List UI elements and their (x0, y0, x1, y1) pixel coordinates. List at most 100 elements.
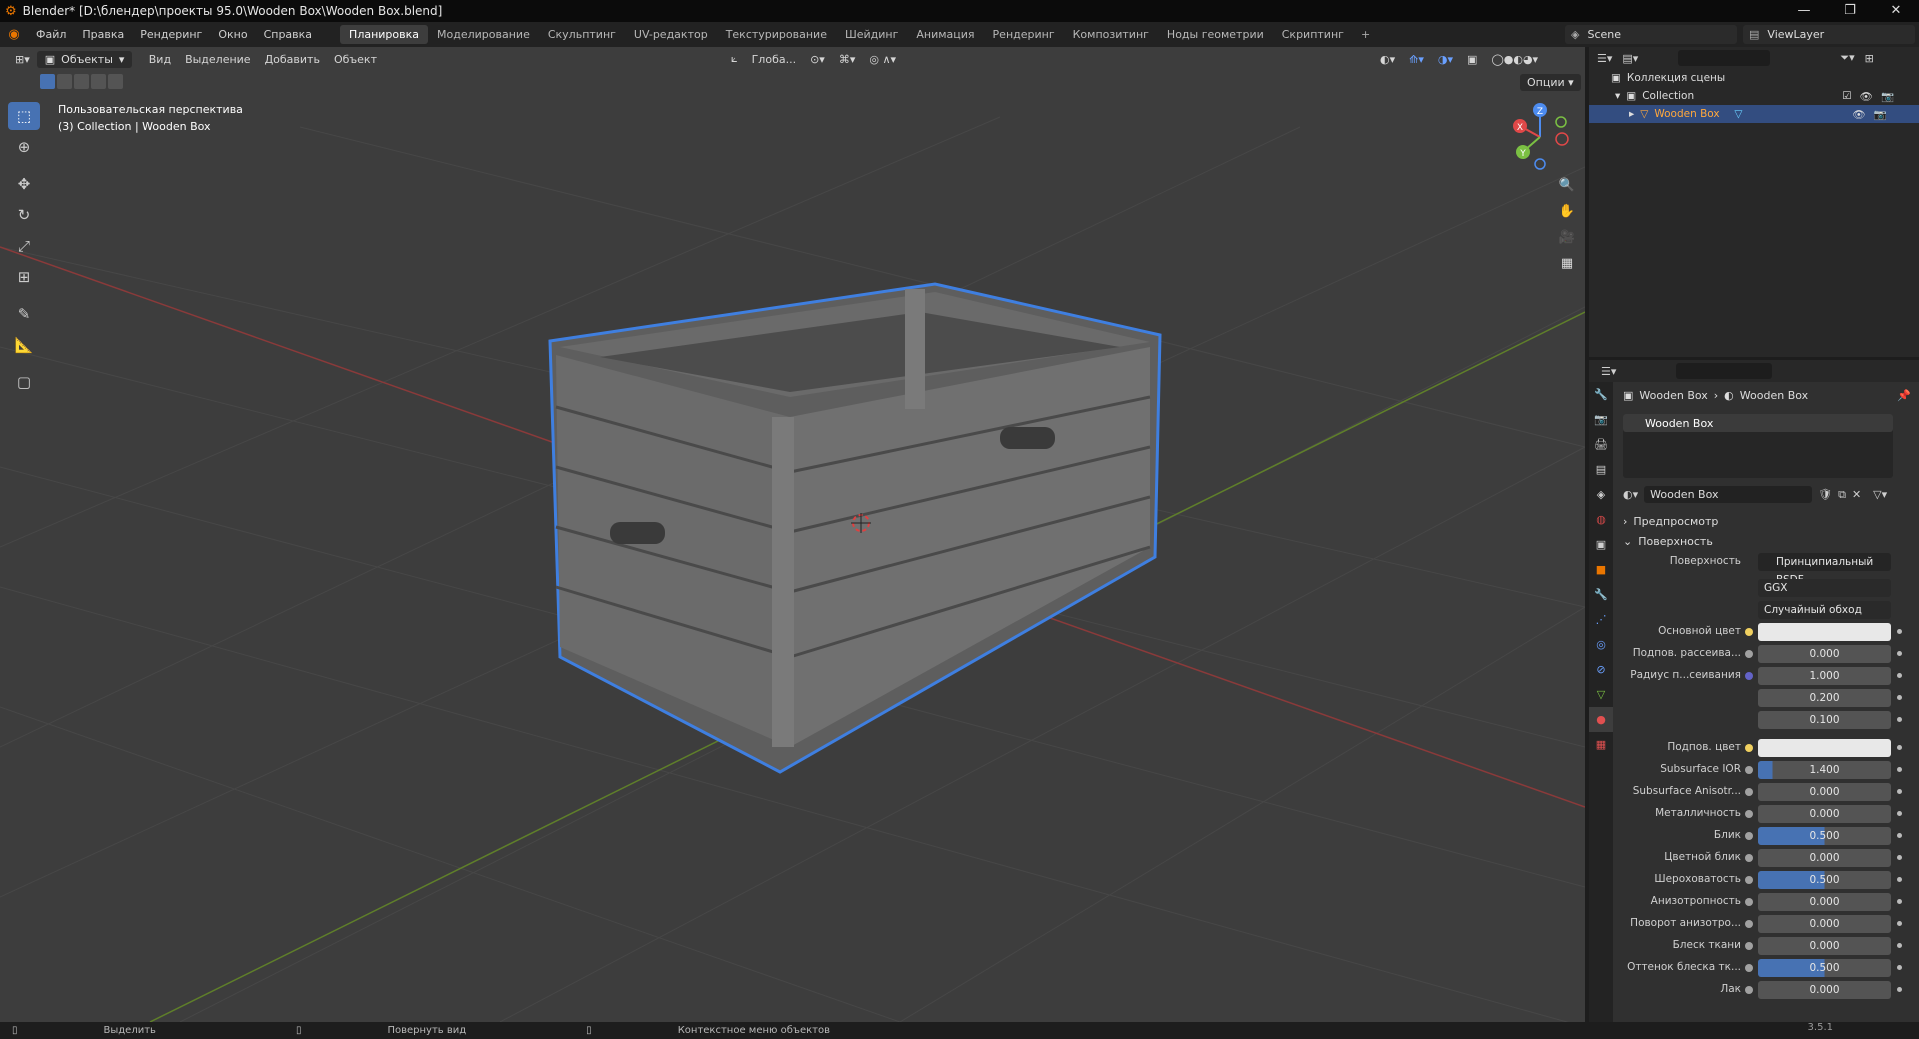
tab-sculpting[interactable]: Скульптинг (539, 25, 625, 44)
scene-collection-row[interactable]: ▣ Коллекция сцены (1589, 69, 1919, 87)
scale-tool-icon[interactable]: ⤢ (8, 232, 40, 260)
3d-viewport[interactable]: ⊞▾ ▣ Объекты ▾ Вид Выделение Добавить Об… (0, 47, 1585, 1022)
options-dropdown[interactable]: Опции ▾ (1520, 74, 1581, 91)
socket-icon[interactable] (1745, 650, 1753, 658)
value-slider[interactable]: 0.000 (1758, 645, 1891, 663)
close-button[interactable]: ✕ (1873, 0, 1919, 22)
transform-tool-icon[interactable]: ⊞ (8, 263, 40, 291)
expand-arrow-icon[interactable]: ▾ (1615, 90, 1620, 102)
value-slider[interactable]: 1.400 (1758, 761, 1891, 779)
keyframe-icon[interactable] (1897, 673, 1902, 678)
properties-search-input[interactable] (1676, 363, 1773, 379)
transform-orientation-dropdown[interactable]: Глоба... (745, 51, 803, 68)
gizmo-toggle-icon[interactable]: ⟰▾ (1402, 51, 1431, 68)
socket-icon[interactable] (1745, 876, 1753, 884)
shading-modes-icon[interactable]: ◯●◐◕▾ (1484, 51, 1545, 68)
value-slider[interactable]: 0.000 (1758, 981, 1891, 999)
keyframe-icon[interactable] (1897, 855, 1902, 860)
preview-panel-header[interactable]: › Предпросмотр (1615, 511, 1919, 531)
value-slider[interactable]: 0.100 (1758, 711, 1891, 729)
xray-icon[interactable]: ▣ (1460, 51, 1484, 68)
menu-add[interactable]: Добавить (258, 51, 327, 68)
value-slider[interactable]: 0.500 (1758, 827, 1891, 845)
keyframe-icon[interactable] (1897, 877, 1902, 882)
material-tab-icon[interactable]: ● (1589, 707, 1613, 732)
socket-icon[interactable] (1745, 964, 1753, 972)
material-browse-icon[interactable]: ◐▾ (1623, 488, 1638, 501)
wooden-box-object[interactable] (548, 282, 1162, 774)
socket-icon[interactable] (1745, 628, 1753, 636)
output-tab-icon[interactable]: 🖨 (1589, 432, 1613, 457)
keyframe-icon[interactable] (1897, 629, 1902, 634)
rotate-tool-icon[interactable]: ↻ (8, 201, 40, 229)
value-slider[interactable]: 0.000 (1758, 893, 1891, 911)
distribution-dropdown[interactable]: GGX (1758, 579, 1891, 597)
pin-icon[interactable]: 📌 (1897, 389, 1911, 402)
tab-shading[interactable]: Шейдинг (836, 25, 907, 44)
add-workspace-button[interactable]: + (1353, 28, 1378, 41)
surface-shader-field[interactable]: Принципиальный BSDF (1758, 553, 1891, 586)
tab-modeling[interactable]: Моделирование (428, 25, 539, 44)
color-swatch[interactable] (1758, 623, 1891, 641)
fake-user-icon[interactable]: 🛡 (1818, 488, 1832, 501)
pivot-point-icon[interactable]: ⊙▾ (803, 51, 832, 68)
tab-animation[interactable]: Анимация (907, 25, 983, 44)
socket-icon[interactable] (1745, 672, 1753, 680)
new-collection-icon[interactable]: ⊞ (1865, 52, 1874, 65)
tab-uv-editing[interactable]: UV-редактор (625, 25, 717, 44)
socket-icon[interactable] (1745, 920, 1753, 928)
visibility-icon[interactable]: ◐▾ (1373, 51, 1402, 68)
socket-icon[interactable] (1745, 788, 1753, 796)
value-slider[interactable]: 0.000 (1758, 937, 1891, 955)
minimize-button[interactable]: — (1781, 0, 1827, 22)
keyframe-icon[interactable] (1897, 921, 1902, 926)
select-invert-icon[interactable] (91, 74, 106, 89)
world-tab-icon[interactable]: ◍ (1589, 507, 1613, 532)
socket-icon[interactable] (1745, 832, 1753, 840)
tool-tab-icon[interactable]: 🔧 (1589, 382, 1613, 407)
subsurface-method-dropdown[interactable]: Случайный обход (1758, 601, 1891, 619)
menu-view[interactable]: Вид (142, 51, 178, 68)
keyframe-icon[interactable] (1897, 987, 1902, 992)
visibility-eye-icon[interactable]: 👁 (1860, 90, 1873, 103)
particles-tab-icon[interactable]: ⋰ (1589, 607, 1613, 632)
surface-panel-header[interactable]: ⌄ Поверхность (1615, 531, 1919, 551)
socket-icon[interactable] (1745, 744, 1753, 752)
keyframe-icon[interactable] (1897, 899, 1902, 904)
zoom-icon[interactable]: 🔍 (1555, 173, 1579, 197)
socket-icon[interactable] (1745, 854, 1753, 862)
value-slider[interactable]: 0.200 (1758, 689, 1891, 707)
maximize-button[interactable]: ❐ (1827, 0, 1873, 22)
measure-tool-icon[interactable]: 📐 (8, 331, 40, 359)
tab-rendering[interactable]: Рендеринг (984, 25, 1064, 44)
menu-edit[interactable]: Правка (74, 28, 132, 41)
keyframe-icon[interactable] (1897, 811, 1902, 816)
render-camera-icon[interactable]: 📷 (1881, 90, 1894, 103)
overlays-icon[interactable]: ◑▾ (1431, 51, 1460, 68)
render-camera-icon[interactable]: 📷 (1874, 108, 1887, 121)
socket-icon[interactable] (1745, 898, 1753, 906)
annotate-tool-icon[interactable]: ✎ (8, 300, 40, 328)
view-layer-tab-icon[interactable]: ▤ (1589, 457, 1613, 482)
texture-tab-icon[interactable]: ▦ (1589, 732, 1613, 757)
keyframe-icon[interactable] (1897, 767, 1902, 772)
menu-select[interactable]: Выделение (178, 51, 258, 68)
expand-arrow-icon[interactable]: ▸ (1629, 108, 1634, 120)
snap-icon[interactable]: ⌘▾ (832, 51, 863, 68)
menu-help[interactable]: Справка (256, 28, 320, 41)
render-tab-icon[interactable]: 📷 (1589, 407, 1613, 432)
cursor-tool-icon[interactable]: ⊕ (8, 133, 40, 161)
select-box-tool-icon[interactable]: ⬚ (8, 102, 40, 130)
filter-icon[interactable]: ⏷▾ (1840, 51, 1854, 65)
camera-view-icon[interactable]: 🎥 (1555, 225, 1579, 249)
transform-orientation-icon[interactable]: ⟀ (724, 50, 745, 68)
perspective-toggle-icon[interactable]: ▦ (1555, 251, 1579, 275)
viewlayer-selector[interactable]: ▤ ViewLayer (1743, 25, 1915, 44)
slot-link-icon[interactable]: ▽▾ (1873, 488, 1887, 501)
viewport-canvas[interactable] (0, 47, 1585, 1022)
select-intersect-icon[interactable] (108, 74, 123, 89)
value-slider[interactable]: 1.000 (1758, 667, 1891, 685)
object-mode-dropdown[interactable]: ▣ Объекты ▾ (36, 50, 132, 68)
modifier-tab-icon[interactable]: 🔧 (1589, 582, 1613, 607)
visibility-eye-icon[interactable]: 👁 (1852, 108, 1865, 121)
